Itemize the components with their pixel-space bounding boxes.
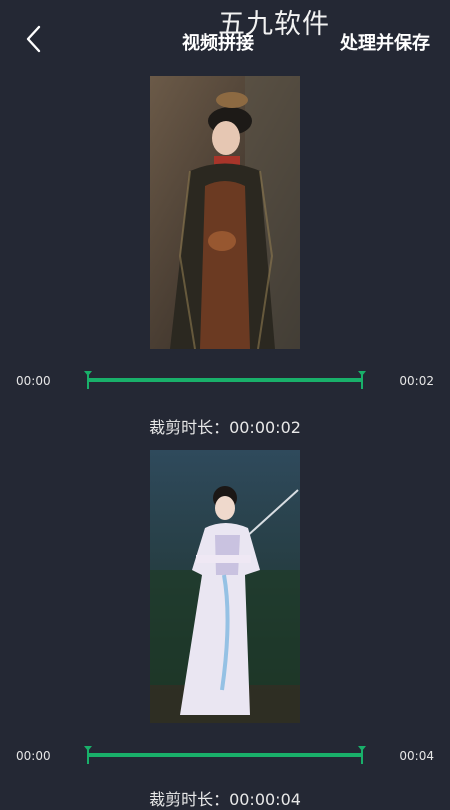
clip-2-trim-end-handle[interactable] (358, 746, 366, 764)
video-thumbnail-2[interactable] (150, 450, 300, 723)
clip-card-2: 00:00 00:04 裁剪时长：00:00:04 (0, 0, 450, 809)
clip-2-end-time: 00:04 (399, 749, 434, 763)
clip-2-trim-range (87, 753, 363, 757)
clip-2-trim-slider[interactable] (84, 746, 366, 764)
thumbnail-image-2 (150, 450, 300, 723)
clip-2-trim-start-handle[interactable] (84, 746, 92, 764)
clip-2-duration: 裁剪时长：00:00:04 (149, 790, 301, 809)
clip-2-start-time: 00:00 (16, 749, 51, 763)
